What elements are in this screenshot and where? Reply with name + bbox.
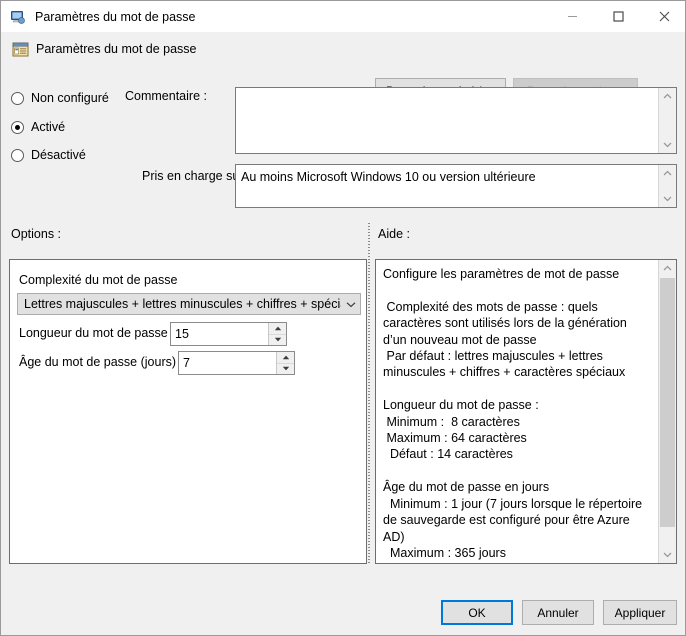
password-length-spin-buttons — [268, 323, 286, 345]
help-panel: Configure les paramètres de mot de passe… — [375, 259, 677, 564]
window-title: Paramètres du mot de passe — [35, 9, 196, 24]
help-text: Configure les paramètres de mot de passe… — [383, 267, 643, 563]
triangle-up-icon[interactable] — [277, 352, 294, 364]
supported-on-textbox[interactable]: Au moins Microsoft Windows 10 ou version… — [235, 164, 677, 208]
radio-label-enabled: Activé — [31, 120, 66, 134]
help-scrollbar-thumb[interactable] — [660, 278, 675, 527]
policy-setting-icon — [12, 41, 29, 58]
options-panel: Complexité du mot de passe Lettres majus… — [9, 259, 367, 564]
password-length-spinner[interactable]: 15 — [170, 322, 287, 346]
close-button[interactable] — [641, 2, 685, 32]
password-length-value[interactable]: 15 — [171, 323, 268, 345]
panel-splitter[interactable] — [367, 223, 371, 563]
ok-button[interactable]: OK — [441, 600, 513, 625]
setting-name: Paramètres du mot de passe — [36, 42, 197, 56]
password-age-spinner[interactable]: 7 — [178, 351, 295, 375]
chevron-down-icon — [341, 301, 360, 308]
minimize-button[interactable] — [549, 2, 595, 32]
triangle-up-icon[interactable] — [269, 323, 286, 335]
maximize-button[interactable] — [595, 2, 641, 32]
radio-label-disabled: Désactivé — [31, 148, 86, 162]
chevron-down-icon[interactable] — [659, 190, 676, 207]
apply-button[interactable]: Appliquer — [603, 600, 677, 625]
help-panel-label: Aide : — [378, 227, 410, 241]
settings-header: Paramètres du mot de passe Paramètre pré… — [1, 32, 685, 103]
cancel-button[interactable]: Annuler — [522, 600, 594, 625]
comment-value[interactable] — [236, 88, 658, 153]
password-settings-dialog: Paramètres du mot de passe Paramètres du… — [0, 0, 686, 636]
comment-textbox[interactable] — [235, 87, 677, 154]
triangle-down-icon[interactable] — [269, 334, 286, 345]
computer-monitor-icon — [10, 9, 26, 25]
title-bar: Paramètres du mot de passe — [1, 1, 685, 33]
supported-on-value[interactable]: Au moins Microsoft Windows 10 ou version… — [236, 165, 658, 207]
triangle-down-icon[interactable] — [277, 363, 294, 374]
password-age-value[interactable]: 7 — [179, 352, 276, 374]
chevron-down-icon[interactable] — [659, 136, 676, 153]
complexity-selected-value: Lettres majuscules + lettres minuscules … — [24, 297, 342, 311]
comment-label: Commentaire : — [125, 89, 207, 103]
radio-mark-not-configured — [11, 91, 24, 105]
password-age-label: Âge du mot de passe (jours) — [19, 355, 177, 369]
chevron-up-icon[interactable] — [659, 88, 676, 105]
password-length-label: Longueur du mot de passe — [19, 326, 168, 340]
radio-mark-enabled — [11, 120, 24, 134]
radio-label-not-configured: Non configuré — [31, 91, 109, 105]
chevron-up-icon[interactable] — [659, 165, 676, 182]
radio-disabled[interactable]: Désactivé — [11, 148, 86, 162]
help-scrollbar[interactable] — [658, 260, 676, 563]
chevron-up-icon[interactable] — [659, 260, 676, 277]
chevron-down-icon[interactable] — [659, 546, 676, 563]
supported-on-scrollbar[interactable] — [658, 165, 676, 207]
password-age-spin-buttons — [276, 352, 294, 374]
options-panel-label: Options : — [11, 227, 62, 241]
radio-enabled[interactable]: Activé — [11, 120, 65, 134]
radio-not-configured[interactable]: Non configuré — [11, 91, 109, 105]
radio-mark-disabled — [11, 148, 24, 162]
complexity-dropdown[interactable]: Lettres majuscules + lettres minuscules … — [17, 293, 361, 315]
comment-scrollbar[interactable] — [658, 88, 676, 153]
complexity-label: Complexité du mot de passe — [19, 273, 178, 287]
